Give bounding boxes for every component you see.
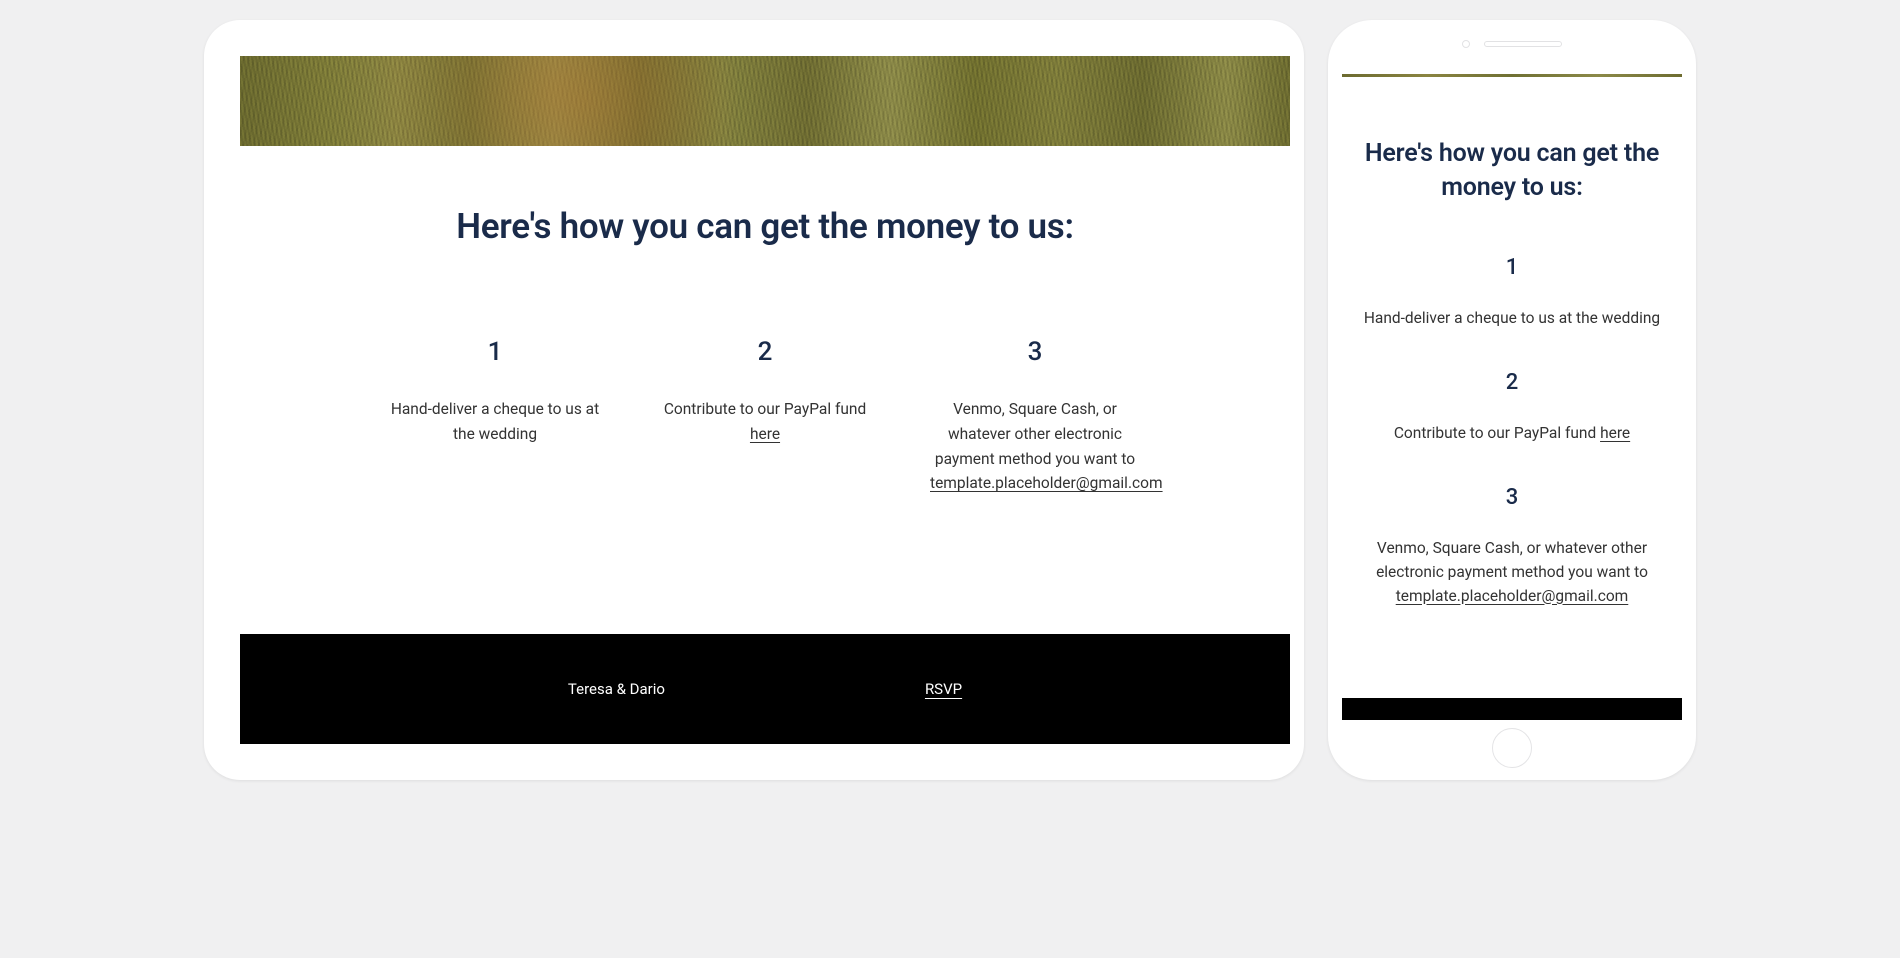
site-footer: Teresa & Dario RSVP [240, 634, 1290, 744]
option-number: 1 [390, 337, 600, 367]
paypal-link[interactable]: here [1600, 424, 1630, 442]
option-number: 2 [660, 337, 870, 367]
hero-image-grass-field [240, 56, 1290, 146]
email-link[interactable]: template.placeholder@gmail.com [930, 474, 1163, 492]
option-number: 2 [1358, 370, 1666, 395]
option-text-prefix: Contribute to our PayPal fund [664, 400, 866, 418]
payment-option-3: 3 Venmo, Square Cash, or whatever other … [1358, 485, 1666, 608]
footer-names: Teresa & Dario [568, 680, 665, 698]
option-text: Hand-deliver a cheque to us at the weddi… [390, 397, 600, 447]
phone-notch-area [1328, 40, 1696, 48]
option-text: Contribute to our PayPal fund here [1358, 421, 1666, 445]
section-heading: Here's how you can get the money to us: [280, 206, 1250, 247]
payment-option-1: 1 Hand-deliver a cheque to us at the wed… [390, 337, 600, 496]
option-text: Venmo, Square Cash, or whatever other el… [930, 397, 1140, 496]
option-text-prefix: Contribute to our PayPal fund [1394, 424, 1600, 442]
rsvp-link[interactable]: RSVP [925, 680, 962, 698]
tablet-viewport: Here's how you can get the money to us: … [240, 56, 1290, 744]
tablet-device-frame: Here's how you can get the money to us: … [204, 20, 1304, 780]
phone-speaker-icon [1484, 41, 1562, 47]
payment-option-1: 1 Hand-deliver a cheque to us at the wed… [1358, 255, 1666, 330]
phone-content-area: Here's how you can get the money to us: … [1342, 77, 1682, 698]
option-text: Hand-deliver a cheque to us at the weddi… [1358, 306, 1666, 330]
option-text-prefix: Venmo, Square Cash, or whatever other el… [1376, 539, 1648, 581]
content-area: Here's how you can get the money to us: … [240, 146, 1290, 634]
phone-device-frame: Here's how you can get the money to us: … [1328, 20, 1696, 780]
site-footer [1342, 698, 1682, 720]
email-link[interactable]: template.placeholder@gmail.com [1396, 587, 1629, 605]
payment-option-2: 2 Contribute to our PayPal fund here [1358, 370, 1666, 445]
option-text: Contribute to our PayPal fund here [660, 397, 870, 447]
option-number: 1 [1358, 255, 1666, 280]
payment-options-row: 1 Hand-deliver a cheque to us at the wed… [355, 337, 1175, 496]
option-text-prefix: Venmo, Square Cash, or whatever other el… [935, 400, 1135, 468]
section-heading: Here's how you can get the money to us: [1358, 137, 1666, 205]
payment-option-2: 2 Contribute to our PayPal fund here [660, 337, 870, 496]
phone-home-button[interactable] [1492, 728, 1532, 768]
option-number: 3 [1358, 485, 1666, 510]
payment-option-3: 3 Venmo, Square Cash, or whatever other … [930, 337, 1140, 496]
option-text: Venmo, Square Cash, or whatever other el… [1358, 536, 1666, 608]
phone-camera-icon [1462, 40, 1470, 48]
paypal-link[interactable]: here [750, 425, 780, 443]
phone-viewport: Here's how you can get the money to us: … [1342, 74, 1682, 720]
option-number: 3 [930, 337, 1140, 367]
